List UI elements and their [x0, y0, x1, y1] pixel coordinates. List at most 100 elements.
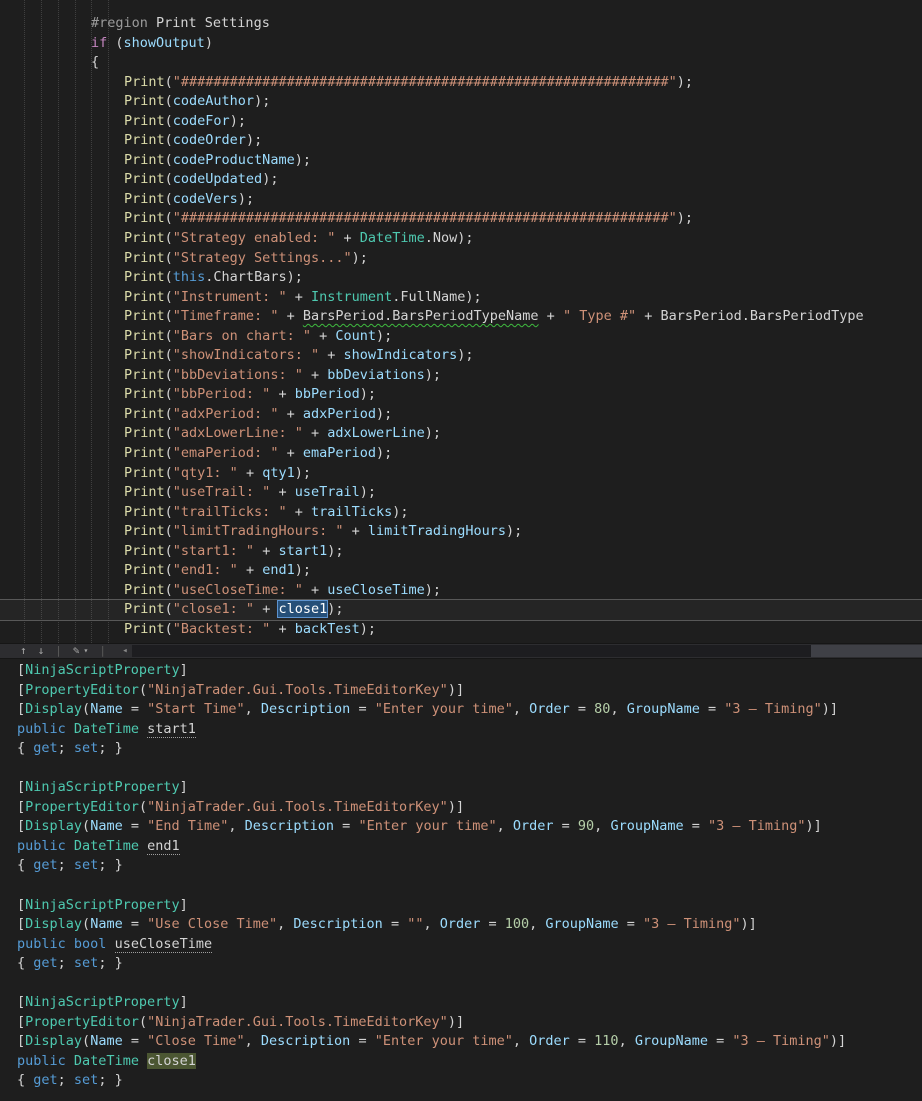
scroll-down-button[interactable]: ↓	[38, 644, 45, 658]
horizontal-scrollbar[interactable]: ◂	[118, 644, 922, 658]
code-line[interactable]	[0, 974, 922, 994]
scroll-left-button[interactable]: ◂	[118, 646, 132, 656]
reference-underlined-text: useCloseTime	[114, 935, 213, 953]
code-line[interactable]: [NinjaScriptProperty]	[0, 661, 922, 681]
code-token: =	[350, 701, 375, 718]
code-line[interactable]	[0, 876, 922, 896]
code-line[interactable]: if (showOutput)	[0, 34, 922, 54]
code-token: DateTime	[73, 837, 139, 854]
code-line[interactable]: Print("trailTicks: " + trailTicks);	[0, 503, 922, 523]
code-line[interactable]: Print(codeAuthor);	[0, 92, 922, 112]
code-editor-top[interactable]: #region Print Settings if (showOutput){Pr…	[0, 0, 922, 643]
code-line[interactable]: [Display(Name = "Close Time", Descriptio…	[0, 1032, 922, 1052]
code-token: Print	[124, 288, 165, 305]
code-line[interactable]: { get; set; }	[0, 739, 922, 759]
code-line[interactable]: { get; set; }	[0, 1071, 922, 1091]
code-line[interactable]: Print("#################################…	[0, 73, 922, 93]
code-line[interactable]: Print("Strategy enabled: " + DateTime.No…	[0, 229, 922, 249]
code-line[interactable]: Print("bbPeriod: " + bbPeriod);	[0, 385, 922, 405]
code-line[interactable]: [PropertyEditor("NinjaTrader.Gui.Tools.T…	[0, 681, 922, 701]
code-line[interactable]: public bool useCloseTime	[0, 935, 922, 955]
edit-pen-icon[interactable]: ✎	[73, 644, 80, 658]
code-token: "close1: "	[172, 601, 255, 618]
code-line[interactable]: Print("bbDeviations: " + bbDeviations);	[0, 366, 922, 386]
code-line[interactable]: Print(this.ChartBars);	[0, 268, 922, 288]
code-line[interactable]: [PropertyEditor("NinjaTrader.Gui.Tools.T…	[0, 1013, 922, 1033]
code-token: PropertyEditor	[25, 798, 139, 815]
code-line[interactable]: #region Print Settings	[0, 14, 922, 34]
reference-underlined-text: start1	[147, 720, 196, 738]
code-token: =	[122, 818, 148, 835]
code-line[interactable]: public DateTime start1	[0, 720, 922, 740]
code-token: );	[359, 620, 377, 637]
code-token: PropertyEditor	[25, 1013, 139, 1030]
code-token: (	[164, 484, 173, 501]
code-line[interactable]: [NinjaScriptProperty]	[0, 993, 922, 1013]
code-line[interactable]	[0, 759, 922, 779]
chevron-down-icon[interactable]: ▾	[84, 644, 89, 658]
current-code-line[interactable]: Print("close1: " + close1);	[0, 599, 922, 621]
code-line[interactable]: Print("Bars on chart: " + Count);	[0, 327, 922, 347]
code-line[interactable]: Print("adxLowerLine: " + adxLowerLine);	[0, 424, 922, 444]
code-line[interactable]: Print(codeProductName);	[0, 151, 922, 171]
code-token: useCloseTime	[327, 581, 425, 598]
code-token: =	[618, 916, 643, 933]
code-line[interactable]: Print(codeVers);	[0, 190, 922, 210]
code-line[interactable]: Print("useCloseTime: " + useCloseTime);	[0, 581, 922, 601]
code-token: (	[164, 464, 173, 481]
code-token: =	[480, 916, 505, 933]
code-line[interactable]: Print(codeUpdated);	[0, 170, 922, 190]
code-line[interactable]: { get; set; }	[0, 954, 922, 974]
code-line[interactable]: public DateTime end1	[0, 837, 922, 857]
code-token: Name	[90, 916, 123, 933]
code-line[interactable]: Print(codeFor);	[0, 112, 922, 132]
code-line[interactable]: { get; set; }	[0, 856, 922, 876]
code-line[interactable]: [NinjaScriptProperty]	[0, 778, 922, 798]
code-token: )]	[821, 701, 839, 718]
code-line[interactable]: Print("adxPeriod: " + adxPeriod);	[0, 405, 922, 425]
code-token: public	[17, 1052, 66, 1069]
code-token: );	[676, 210, 693, 227]
code-token: Print	[124, 366, 165, 383]
code-line[interactable]: [NinjaScriptProperty]	[0, 896, 922, 916]
code-token: DateTime	[73, 720, 139, 737]
code-token: (	[164, 523, 173, 540]
code-line[interactable]: Print("Instrument: " + Instrument.FullNa…	[0, 288, 922, 308]
code-line[interactable]: Print(codeOrder);	[0, 131, 922, 151]
code-line[interactable]: Print("qty1: " + qty1);	[0, 464, 922, 484]
code-line[interactable]: public DateTime close1	[0, 1052, 922, 1072]
code-line[interactable]: {	[0, 53, 922, 73]
code-line[interactable]: [Display(Name = "Use Close Time", Descri…	[0, 915, 922, 935]
code-token: backTest	[294, 620, 360, 637]
code-token: ,	[610, 701, 627, 718]
code-editor-bottom[interactable]: [NinjaScriptProperty] [PropertyEditor("Ni…	[0, 659, 922, 1101]
code-line[interactable]: Print("Timeframe: " + BarsPeriod.BarsPer…	[0, 307, 922, 327]
code-token: (	[138, 1013, 148, 1030]
code-token: 100	[504, 916, 530, 933]
code-token: "Strategy Settings..."	[172, 249, 352, 266]
code-token: );	[392, 503, 409, 520]
code-line[interactable]: Print("useTrail: " + useTrail);	[0, 483, 922, 503]
code-line[interactable]: Print("#################################…	[0, 209, 922, 229]
code-line[interactable]: Print("end1: " + end1);	[0, 561, 922, 581]
code-token: {	[17, 857, 34, 874]
code-line[interactable]: [PropertyEditor("NinjaTrader.Gui.Tools.T…	[0, 798, 922, 818]
code-token: =	[122, 701, 148, 718]
scrollbar-thumb[interactable]	[131, 645, 812, 657]
code-token: (	[164, 93, 173, 110]
code-line[interactable]: Print("showIndicators: " + showIndicator…	[0, 346, 922, 366]
scroll-up-button[interactable]: ↑	[20, 644, 27, 658]
code-token: =	[553, 818, 578, 835]
code-line[interactable]: [Display(Name = "End Time", Description …	[0, 817, 922, 837]
code-line[interactable]: Print("limitTradingHours: " + limitTradi…	[0, 522, 922, 542]
code-line[interactable]: Print("Backtest: " + backTest);	[0, 620, 922, 640]
code-line[interactable]: Print("start1: " + start1);	[0, 542, 922, 562]
code-line[interactable]: Print("emaPeriod: " + emaPeriod);	[0, 444, 922, 464]
code-token: );	[676, 73, 693, 90]
scrollbar-track[interactable]	[131, 645, 922, 657]
code-token: );	[376, 445, 393, 462]
code-line[interactable]: Print("Strategy Settings...");	[0, 249, 922, 269]
code-line[interactable]: [Display(Name = "Start Time", Descriptio…	[0, 700, 922, 720]
code-token: "3 – Timing"	[707, 818, 806, 835]
